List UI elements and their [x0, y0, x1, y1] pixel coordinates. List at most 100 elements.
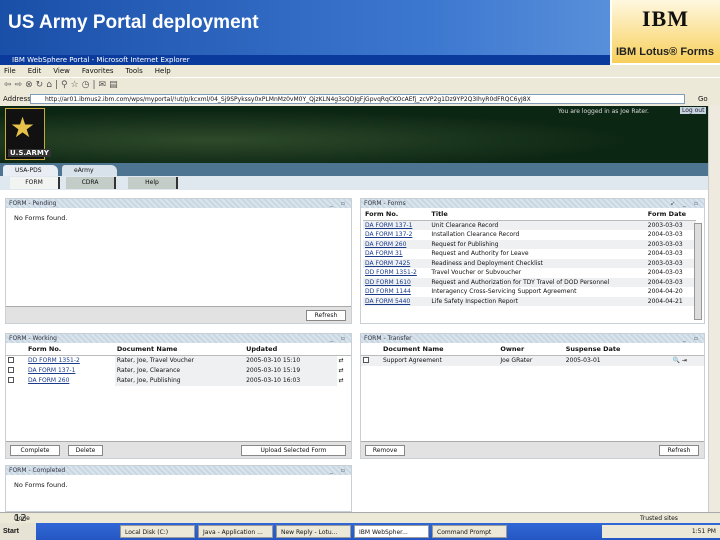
taskbar-item[interactable]: Command Prompt: [432, 525, 507, 538]
form-link[interactable]: DA FORM 137-2: [365, 231, 412, 238]
form-no-cell: DD FORM 1144: [363, 287, 429, 297]
menu-file[interactable]: File: [4, 65, 16, 77]
menu-help[interactable]: Help: [155, 65, 171, 77]
browser-toolbar: ⇦⇨⊗↻⌂|⚲☆◷|✉▤: [0, 77, 720, 92]
table-row: DA FORM 7425 Readiness and Deployment Che…: [363, 258, 696, 268]
date-cell: 2004-03-03: [647, 269, 683, 276]
clock: 1:51 PM: [691, 528, 716, 535]
forward-icon[interactable]: ⇨: [15, 80, 26, 90]
form-link[interactable]: DA FORM 5440: [365, 298, 410, 305]
form-link[interactable]: DA FORM 31: [365, 250, 403, 257]
window-control-icons[interactable]: ↙ _ ▫: [670, 199, 701, 208]
taskbar-item-active[interactable]: IBM WebSpher...: [354, 525, 429, 538]
refresh-button[interactable]: Refresh: [306, 310, 346, 321]
document-name-cell: Rater, Joe, Clearance: [114, 366, 245, 376]
form-no-cell: DA FORM 137-2: [363, 230, 429, 240]
updated-cell: 2005-03-10 15:19: [244, 366, 337, 376]
form-no-cell: DA FORM 260: [363, 239, 430, 249]
menu-tools[interactable]: Tools: [126, 65, 143, 77]
row-checkbox[interactable]: [8, 377, 14, 383]
col-form-no: Form No.: [363, 208, 430, 221]
slide-title: US Army Portal deployment: [8, 12, 259, 33]
date-cell: 2003-03-03: [645, 239, 696, 249]
portlet-footer: Remove Refresh: [361, 441, 704, 458]
menu-bar: File Edit View Favorites Tools Help: [0, 65, 720, 77]
row-checkbox[interactable]: [8, 357, 14, 363]
document-name-cell: Rater, Joe, Travel Voucher: [114, 355, 245, 366]
date-cell: 2004-04-20: [647, 288, 683, 295]
tab-earmy[interactable]: eArmy: [62, 165, 117, 176]
minimize-maximize-icons[interactable]: _ ▫: [330, 466, 348, 475]
tab-usa-pds[interactable]: USA-PDS: [3, 165, 58, 176]
updated-cell: 2005-03-10 15:10: [244, 355, 337, 366]
form-link[interactable]: DD FORM 1351-2: [365, 269, 417, 276]
go-button[interactable]: Go: [698, 92, 708, 106]
menu-favorites[interactable]: Favorites: [82, 65, 114, 77]
system-tray: 1:51 PM: [602, 525, 720, 538]
transfer-icon[interactable]: ⇄: [337, 366, 351, 376]
form-no-cell: DA FORM 137-1: [363, 220, 430, 230]
history-icon[interactable]: ◷: [82, 80, 93, 90]
refresh-icon[interactable]: ↻: [36, 80, 47, 90]
form-link[interactable]: DD FORM 1351-2: [28, 357, 80, 364]
title-cell: Interagency Cross-Servicing Support Agre…: [431, 288, 577, 295]
portlet-title: FORM - Forms: [364, 200, 406, 207]
army-logo: ★ U.S.ARMY: [5, 108, 51, 160]
product-name: IBM Lotus® Forms: [616, 46, 714, 58]
delete-button[interactable]: Delete: [68, 445, 103, 456]
menu-edit[interactable]: Edit: [28, 65, 42, 77]
back-icon[interactable]: ⇦: [4, 80, 15, 90]
taskbar-item[interactable]: Local Disk (C:): [120, 525, 195, 538]
col-updated: Updated: [244, 343, 337, 356]
form-link[interactable]: DD FORM 1610: [365, 279, 411, 286]
subtab-form[interactable]: FORM: [10, 177, 60, 189]
document-name-cell: Support Agreement: [381, 355, 499, 366]
taskbar-item[interactable]: Java - Application ...: [198, 525, 273, 538]
title-cell: Request and Authority for Leave: [431, 250, 529, 257]
address-input[interactable]: http://ar01.ibmus2.ibm.com/wps/myportal/…: [30, 94, 685, 104]
table-row: DD FORM 1351-2 Rater, Joe, Travel Voucher…: [6, 355, 351, 367]
remove-button[interactable]: Remove: [365, 445, 405, 456]
address-bar: Address http://ar01.ibmus2.ibm.com/wps/m…: [0, 92, 720, 106]
view-accept-icons[interactable]: 🔍 ⇥: [670, 355, 704, 366]
stop-icon[interactable]: ⊗: [25, 80, 36, 90]
row-checkbox[interactable]: [8, 367, 14, 373]
portlet-footer: Refresh: [6, 306, 351, 323]
transfer-icon[interactable]: ⇄: [337, 356, 351, 367]
favorites-icon[interactable]: ☆: [71, 80, 82, 90]
subtab-help[interactable]: Help: [128, 177, 178, 189]
forms-scrollbar[interactable]: [694, 223, 702, 320]
taskbar-item[interactable]: New Reply - Lotu...: [276, 525, 351, 538]
transfer-icon[interactable]: ⇄: [337, 376, 351, 386]
minimize-maximize-icons[interactable]: _ ▫: [330, 334, 348, 343]
start-button[interactable]: Start: [0, 523, 36, 540]
logout-link[interactable]: Log out: [680, 107, 707, 114]
minimize-maximize-icons[interactable]: _ ▫: [683, 334, 701, 343]
row-checkbox[interactable]: [363, 357, 369, 363]
sub-tabs: FORM CDRA Help: [0, 176, 708, 190]
home-icon[interactable]: ⌂: [46, 80, 55, 90]
forms-portlet: FORM - Forms ↙ _ ▫ Form No. Title Form Date…: [360, 198, 705, 324]
search-icon[interactable]: ⚲: [61, 80, 71, 90]
empty-message: No Forms found.: [14, 481, 68, 489]
completed-portlet: FORM - Completed _ ▫ No Forms found.: [5, 465, 352, 512]
form-link[interactable]: DA FORM 137-1: [365, 222, 412, 229]
form-link[interactable]: DA FORM 260: [365, 241, 406, 248]
menu-view[interactable]: View: [53, 65, 70, 77]
upload-selected-form-button[interactable]: Upload Selected Form: [241, 445, 346, 456]
page-scrollbar[interactable]: [708, 106, 720, 512]
form-link[interactable]: DA FORM 137-1: [28, 367, 75, 374]
title-cell: Readiness and Deployment Checklist: [429, 258, 646, 268]
mail-icon[interactable]: ✉: [99, 80, 110, 90]
form-link[interactable]: DA FORM 7425: [365, 260, 410, 267]
form-link[interactable]: DD FORM 1144: [365, 288, 411, 295]
refresh-button[interactable]: Refresh: [659, 445, 699, 456]
form-link[interactable]: DA FORM 260: [28, 377, 69, 384]
complete-button[interactable]: Complete: [10, 445, 60, 456]
minimize-maximize-icons[interactable]: _ ▫: [330, 199, 348, 208]
army-logo-text: U.S.ARMY: [8, 149, 51, 157]
date-cell: 2003-03-03: [645, 220, 696, 230]
subtab-cdra[interactable]: CDRA: [66, 177, 116, 189]
select-cell: [6, 356, 26, 367]
print-icon[interactable]: ▤: [109, 80, 121, 90]
